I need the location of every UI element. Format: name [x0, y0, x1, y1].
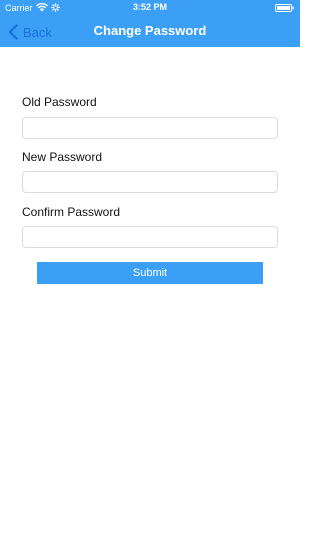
confirm-password-field[interactable]	[22, 226, 278, 248]
confirm-password-label: Confirm Password	[22, 205, 121, 219]
new-password-field[interactable]	[22, 171, 278, 193]
old-password-field[interactable]	[22, 117, 278, 139]
battery-icon	[275, 4, 294, 12]
submit-button[interactable]: Submit	[37, 262, 263, 284]
app-header: Carrier 3:52 PM Back Change Password	[0, 0, 300, 47]
status-bar: Carrier 3:52 PM	[0, 0, 300, 16]
navigation-bar: Back Change Password	[0, 16, 300, 47]
status-time: 3:52 PM	[132, 2, 167, 12]
page-title: Change Password	[93, 23, 207, 38]
new-password-label: New Password	[22, 150, 103, 164]
old-password-label: Old Password	[22, 95, 97, 109]
